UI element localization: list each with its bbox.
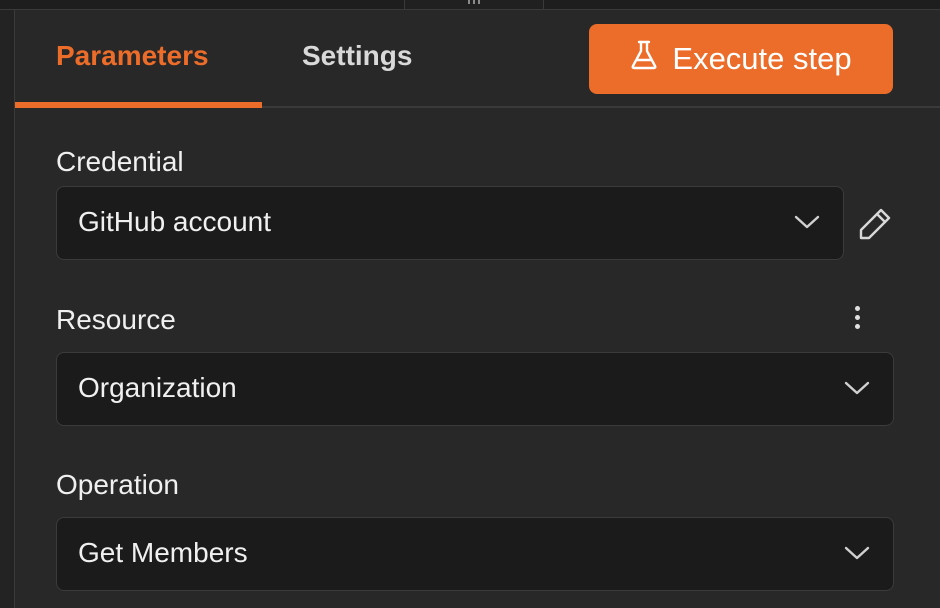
resource-label: Resource xyxy=(56,304,176,335)
node-parameters-panel: Parameters Settings Execute step Credent… xyxy=(0,0,940,608)
credential-value: GitHub account xyxy=(78,206,271,237)
credential-select[interactable]: GitHub account xyxy=(56,186,844,260)
panel: Parameters Settings Execute step Credent… xyxy=(14,10,940,608)
chevron-down-icon xyxy=(844,381,870,395)
tab-parameters[interactable]: Parameters xyxy=(56,40,209,72)
resize-handle[interactable] xyxy=(404,0,544,10)
operation-label: Operation xyxy=(56,469,179,500)
kebab-menu-icon[interactable] xyxy=(849,302,865,336)
execute-step-label: Execute step xyxy=(672,41,852,76)
top-strip xyxy=(0,0,940,10)
tab-settings[interactable]: Settings xyxy=(302,40,412,72)
flask-icon xyxy=(630,40,658,78)
pencil-icon[interactable] xyxy=(857,206,893,242)
resource-value: Organization xyxy=(78,372,237,403)
active-tab-indicator xyxy=(15,102,262,108)
execute-step-button[interactable]: Execute step xyxy=(589,24,893,94)
chevron-down-icon xyxy=(844,546,870,560)
chevron-down-icon xyxy=(794,215,820,229)
grip-icon xyxy=(468,0,480,4)
operation-value: Get Members xyxy=(78,537,248,568)
tab-bar: Parameters Settings Execute step xyxy=(15,10,940,108)
operation-select[interactable]: Get Members xyxy=(56,517,894,591)
resource-select[interactable]: Organization xyxy=(56,352,894,426)
credential-label: Credential xyxy=(56,146,184,177)
